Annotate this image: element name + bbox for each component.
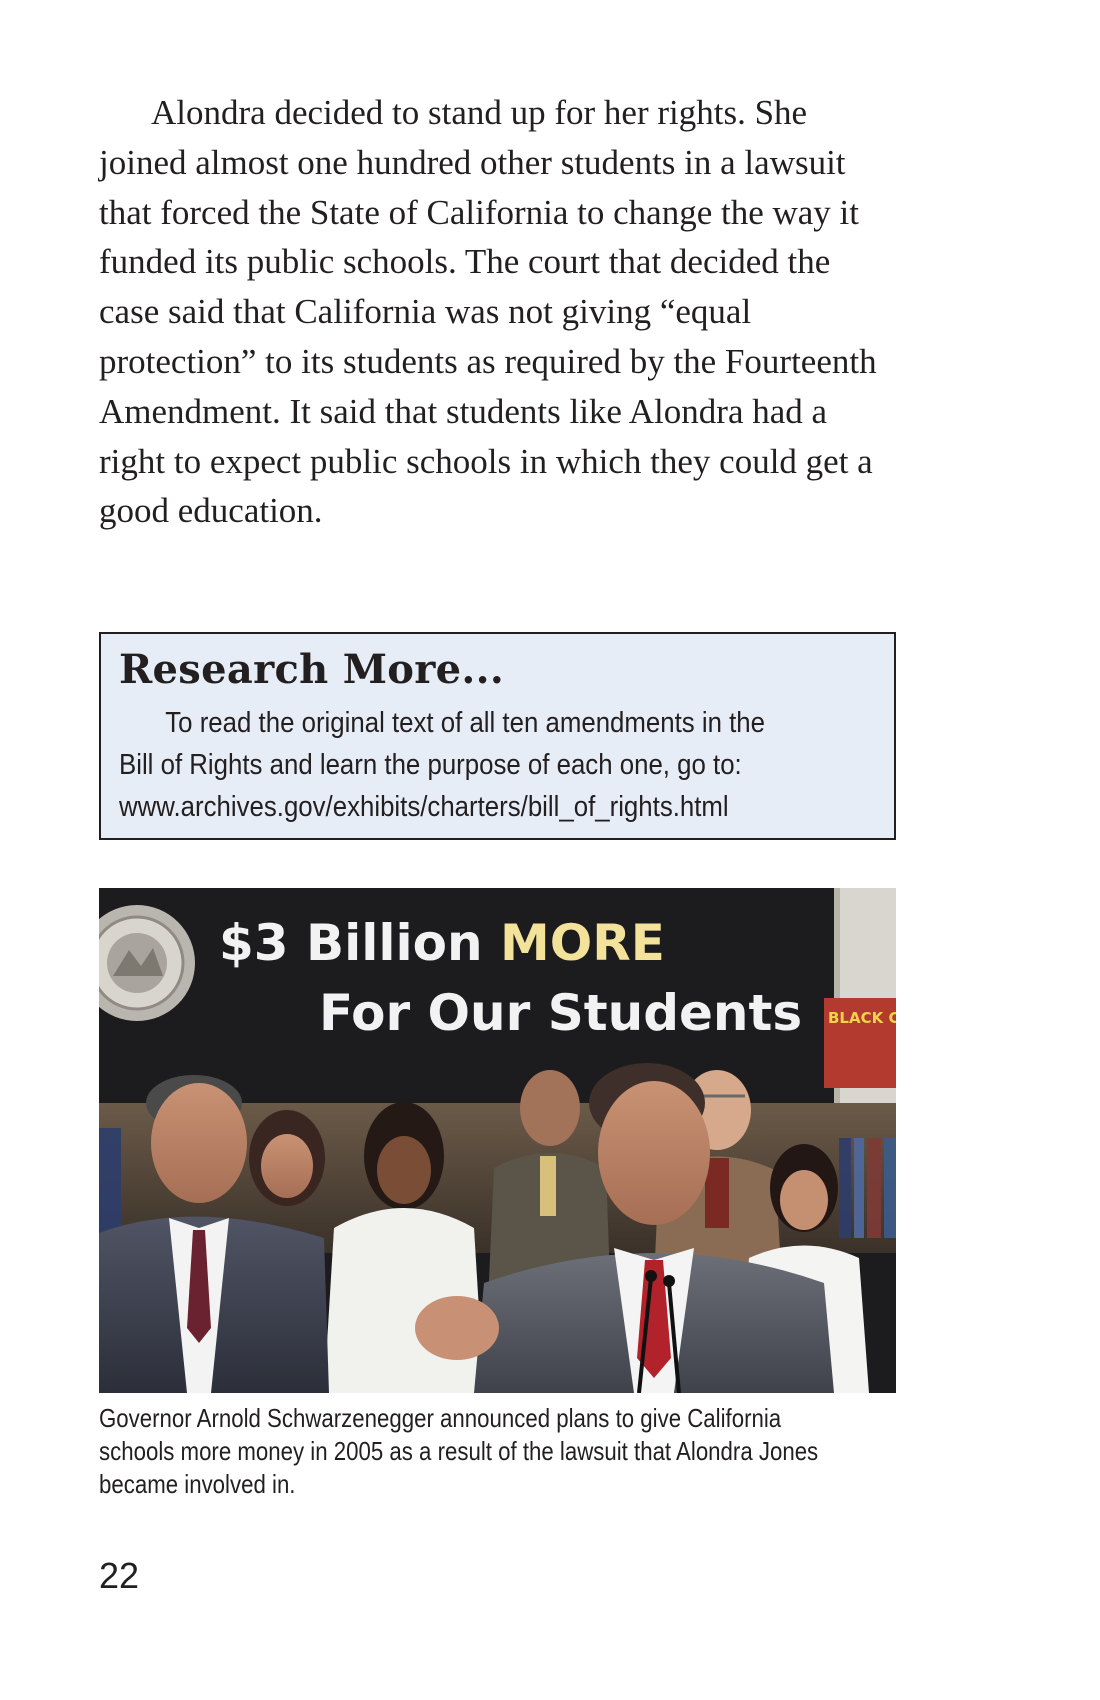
research-box-url[interactable]: www.archives.gov/exhibits/charters/bill_… (119, 786, 884, 828)
research-box-title: Research More... (119, 646, 505, 693)
banner-white-text: $3 Billion (219, 914, 483, 972)
research-box-line-1-text: To read the original text of all ten ame… (165, 707, 766, 739)
research-box-line-1: To read the original text of all ten ame… (119, 702, 884, 744)
book-page: Alondra decided to stand up for her righ… (0, 0, 1100, 1700)
photo-caption: Governor Arnold Schwarzenegger announced… (99, 1402, 869, 1501)
banner-line-2: For Our Students (319, 984, 802, 1042)
caption-line-3: became involved in. (99, 1469, 296, 1499)
book-spine-text: BLACK CAT (828, 1009, 896, 1027)
caption-line-2: schools more money in 2005 as a result o… (99, 1436, 819, 1466)
research-more-box: Research More... To read the original te… (99, 632, 896, 840)
banner-line-1: $3 Billion MORE (219, 914, 665, 972)
research-box-line-2: Bill of Rights and learn the purpose of … (119, 749, 742, 781)
press-conference-photo: $3 Billion MORE For Our Students BLACK C… (99, 888, 896, 1393)
research-box-text: To read the original text of all ten ame… (119, 702, 884, 828)
banner-yellow-text: MORE (500, 914, 665, 972)
page-number: 22 (99, 1555, 140, 1596)
body-paragraph: Alondra decided to stand up for her righ… (99, 93, 877, 531)
caption-line-1: Governor Arnold Schwarzenegger announced… (99, 1403, 782, 1433)
book-cover-image: BLACK CAT (824, 998, 896, 1088)
